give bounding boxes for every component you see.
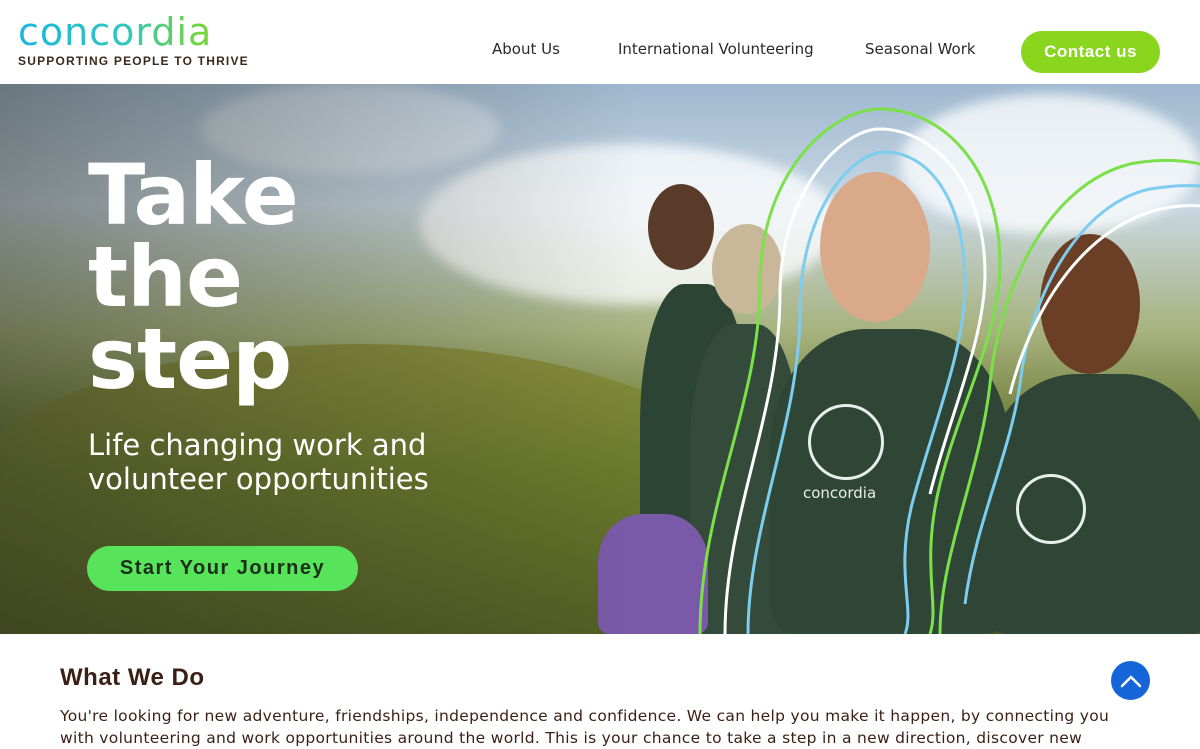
chevron-up-icon: [1120, 675, 1141, 687]
hero-title-line: step: [88, 310, 292, 408]
hero-title: Take the step: [88, 146, 299, 408]
logo-tagline: SUPPORTING PEOPLE TO THRIVE: [18, 54, 249, 68]
hero-subtitle: Life changing work and volunteer opportu…: [88, 428, 429, 496]
nav-seasonal-work[interactable]: Seasonal Work: [865, 40, 976, 58]
hero-title-line: the: [88, 228, 243, 326]
what-we-do-heading: What We Do: [60, 664, 205, 691]
scroll-to-top-button[interactable]: [1111, 661, 1150, 700]
nav-international-volunteering[interactable]: International Volunteering: [618, 40, 814, 58]
start-your-journey-button[interactable]: Start Your Journey: [87, 546, 358, 591]
contact-us-button[interactable]: Contact us: [1021, 31, 1160, 73]
hero-title-line: Take: [88, 146, 299, 244]
what-we-do-text: You're looking for new adventure, friend…: [60, 707, 1110, 747]
hero-banner: concordia Take the step Life changing wo…: [0, 84, 1200, 634]
site-header: concordia SUPPORTING PEOPLE TO THRIVE Ab…: [0, 0, 1200, 84]
concordia-logo[interactable]: concordia SUPPORTING PEOPLE TO THRIVE: [18, 12, 249, 68]
nav-about-us[interactable]: About Us: [492, 40, 560, 58]
logo-wordmark: concordia: [18, 12, 249, 52]
